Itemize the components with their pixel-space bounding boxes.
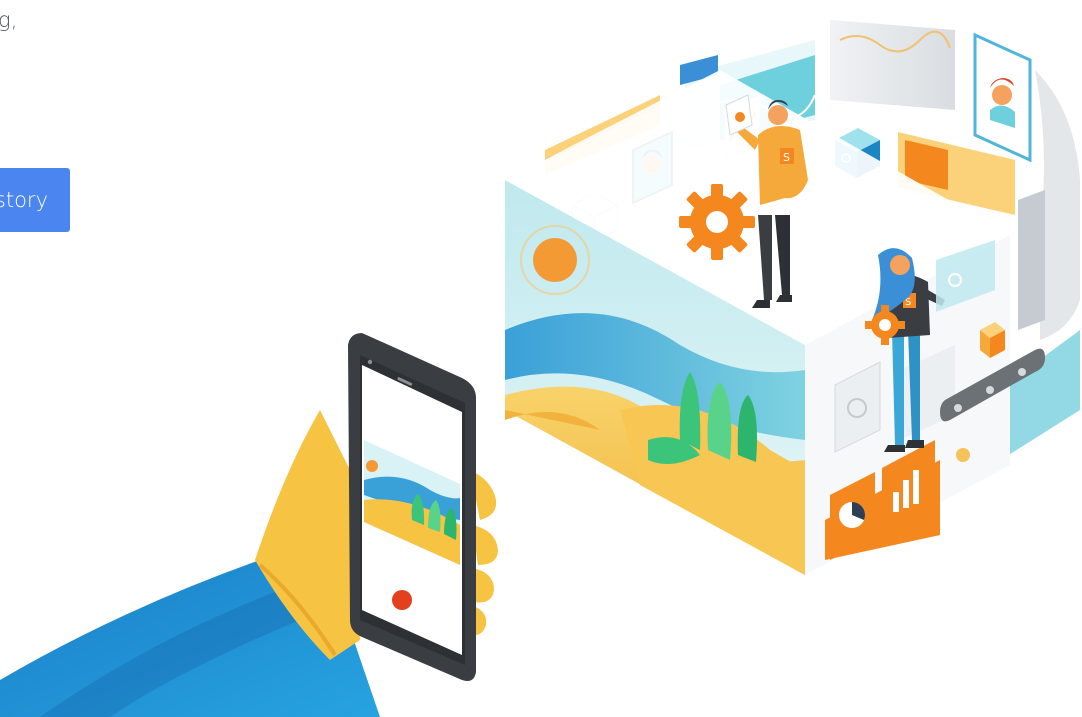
dot-icon	[956, 448, 970, 462]
page: g, story S S	[0, 0, 1082, 717]
svg-text:S: S	[783, 151, 790, 164]
hero-illustration: S S	[0, 20, 1080, 717]
smartphone-icon	[348, 333, 476, 681]
gear-icon	[679, 184, 755, 260]
record-icon	[392, 590, 412, 610]
